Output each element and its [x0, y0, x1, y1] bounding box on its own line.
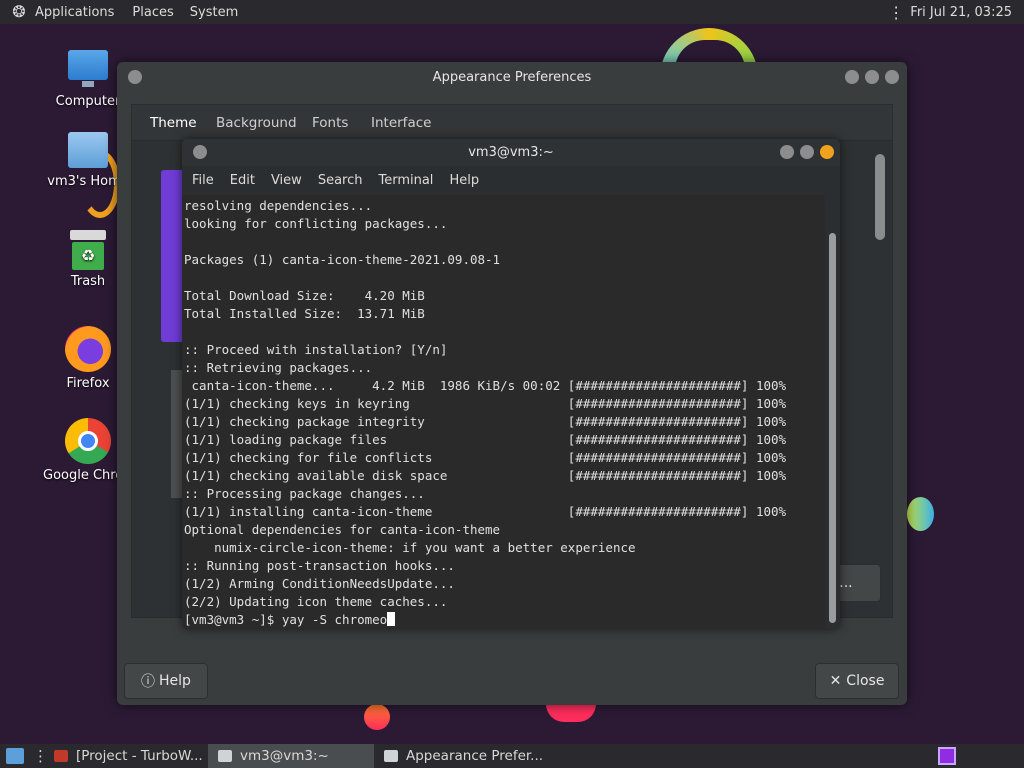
tab-interface[interactable]: Interface [371, 115, 431, 131]
menu-file[interactable]: File [192, 173, 214, 188]
chrome-icon [65, 418, 111, 464]
terminal-icon [218, 750, 232, 762]
terminal-line: looking for conflicting packages... [184, 216, 448, 231]
terminal-line: (1/1) checking package integrity [######… [184, 414, 787, 429]
close-window-button[interactable] [885, 70, 899, 84]
menu-applications[interactable]: Applications [35, 5, 114, 20]
close-icon: ✕ [829, 673, 842, 689]
task-appearance[interactable]: Appearance Prefer... [374, 744, 574, 768]
tab-background[interactable]: Background [216, 115, 297, 131]
terminal-prompt[interactable]: [vm3@vm3 ~]$ yay -S chromeo [182, 611, 825, 629]
terminal-maximize-button[interactable] [800, 145, 814, 159]
prompt-text: [vm3@vm3 ~]$ yay -S chromeo [184, 612, 388, 627]
menu-view[interactable]: View [271, 173, 302, 188]
window-icon [384, 750, 398, 762]
wallpaper-arc-pink [546, 704, 596, 722]
terminal-line: (1/1) installing canta-icon-theme [#####… [184, 504, 787, 519]
terminal-line: resolving dependencies... [184, 198, 373, 213]
tab-theme[interactable]: Theme [150, 115, 197, 131]
theme-list-scrollbar[interactable] [875, 154, 885, 240]
terminal-title: vm3@vm3:~ [468, 145, 554, 160]
terminal-line: Total Download Size: 4.20 MiB [184, 288, 425, 303]
terminal-line: (2/2) Updating icon theme caches... [184, 594, 448, 609]
minimize-button[interactable] [845, 70, 859, 84]
terminal-line: :: Retrieving packages... [184, 360, 373, 375]
terminal-line: Optional dependencies for canta-icon-the… [184, 522, 501, 537]
terminal-line: numix-circle-icon-theme: if you want a b… [184, 540, 636, 555]
menu-places[interactable]: Places [132, 5, 173, 20]
clock[interactable]: Fri Jul 21, 03:25 [910, 5, 1012, 20]
terminal-line: :: Running post-transaction hooks... [184, 558, 455, 573]
workspace-switcher[interactable] [938, 747, 956, 765]
taskbar-handle-icon[interactable]: ⋮ [33, 746, 48, 766]
wallpaper-dot-red [364, 704, 390, 730]
task-turbowarp[interactable]: [Project - TurboW... [44, 744, 204, 768]
bottom-taskbar: ⋮ [Project - TurboW... vm3@vm3:~ Appeara… [0, 744, 1024, 768]
computer-icon [66, 50, 110, 90]
top-panel: ❂ Applications Places System ⋮ Fri Jul 2… [0, 0, 1024, 24]
menu-search[interactable]: Search [318, 173, 363, 188]
terminal-line: (1/1) checking for file conflicts [#####… [184, 450, 787, 465]
home-folder-icon [68, 130, 108, 170]
close-button[interactable]: ✕ Close [815, 663, 899, 699]
terminal-line: (1/1) checking available disk space [###… [184, 468, 787, 483]
show-desktop-icon[interactable] [6, 748, 24, 764]
firefox-icon [65, 326, 111, 372]
text-cursor [387, 612, 396, 626]
wallpaper-oval [907, 497, 934, 531]
terminal-line: :: Processing package changes... [184, 486, 425, 501]
menu-edit[interactable]: Edit [230, 173, 255, 188]
tab-bar: Theme Background Fonts Interface [131, 104, 893, 144]
menu-system[interactable]: System [190, 5, 238, 20]
menu-help[interactable]: Help [449, 173, 479, 188]
terminal-line: canta-icon-theme... 4.2 MiB 1986 KiB/s 0… [184, 378, 787, 393]
terminal-titlebar[interactable]: vm3@vm3:~ [182, 139, 840, 166]
terminal-menubar: File Edit View Search Terminal Help [182, 166, 840, 194]
window-title: Appearance Preferences [432, 70, 592, 85]
terminal-output[interactable]: resolving dependencies... looking for co… [182, 195, 825, 629]
gnome-foot-icon[interactable]: ❂ [8, 1, 30, 23]
terminal-line: :: Proceed with installation? [Y/n] [184, 342, 448, 357]
help-button[interactable]: ⓘ Help [124, 663, 208, 699]
panel-menu-icon[interactable]: ⋮ [888, 3, 904, 22]
tab-fonts[interactable]: Fonts [312, 115, 348, 131]
maximize-button[interactable] [865, 70, 879, 84]
help-icon: ⓘ [141, 674, 156, 690]
terminal-close-button[interactable] [820, 145, 834, 159]
turbowarp-icon [54, 750, 68, 762]
terminal-minimize-button[interactable] [780, 145, 794, 159]
terminal-scrollbar[interactable] [829, 233, 836, 623]
menu-terminal[interactable]: Terminal [378, 173, 433, 188]
terminal-line: Packages (1) canta-icon-theme-2021.09.08… [184, 252, 501, 267]
terminal-window: vm3@vm3:~ File Edit View Search Terminal… [182, 139, 840, 629]
window-titlebar[interactable]: Appearance Preferences [117, 62, 907, 92]
task-terminal[interactable]: vm3@vm3:~ [208, 744, 374, 768]
terminal-line: (1/2) Arming ConditionNeedsUpdate... [184, 576, 455, 591]
trash-icon: ♻ [70, 230, 106, 270]
terminal-line: (1/1) checking keys in keyring [########… [184, 396, 787, 411]
terminal-line: (1/1) loading package files [###########… [184, 432, 787, 447]
terminal-line: Total Installed Size: 13.71 MiB [184, 306, 425, 321]
